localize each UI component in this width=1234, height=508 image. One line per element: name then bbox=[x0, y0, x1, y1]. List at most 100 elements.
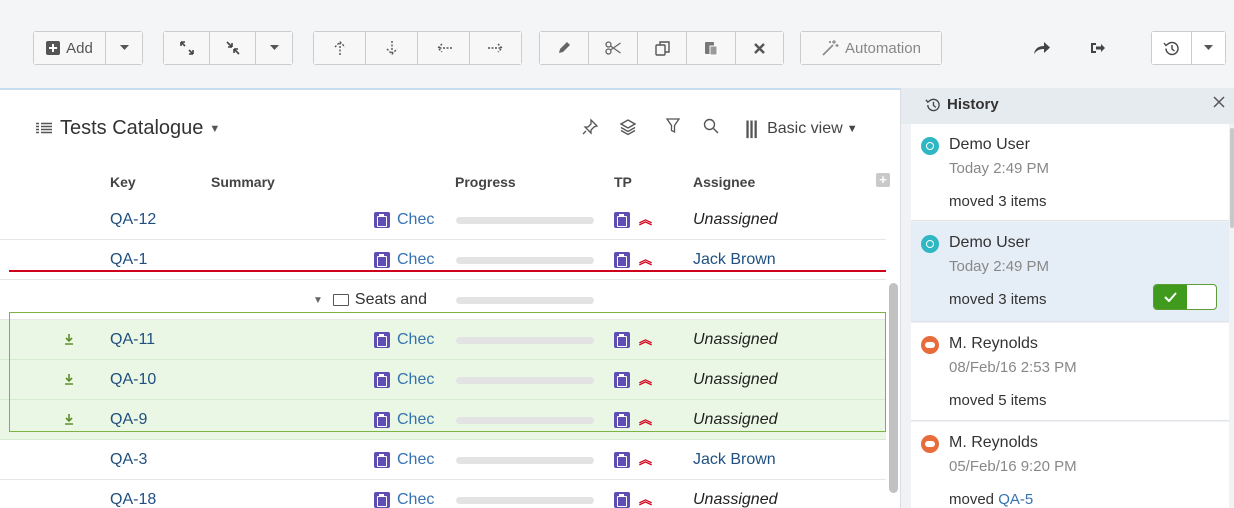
test-plan-icon bbox=[614, 372, 630, 388]
assignee-cell[interactable]: Jack Brown bbox=[693, 451, 776, 469]
issue-key-link[interactable]: QA-1 bbox=[110, 251, 147, 269]
layers-button[interactable] bbox=[619, 118, 637, 136]
outdent-button[interactable] bbox=[418, 32, 470, 64]
tp-cell: ︽ bbox=[614, 452, 652, 468]
table-row[interactable]: QA-11 Chec ︽ Unassigned bbox=[0, 320, 886, 360]
test-plan-icon bbox=[614, 452, 630, 468]
summary-cell[interactable]: Chec bbox=[374, 331, 454, 349]
test-plan-icon bbox=[614, 332, 630, 348]
history-toggle-button[interactable] bbox=[1152, 32, 1192, 64]
column-header-tp[interactable]: TP bbox=[614, 174, 632, 190]
test-plan-icon bbox=[614, 492, 630, 508]
summary-text: Chec bbox=[397, 451, 435, 468]
folder-row[interactable]: ▼ Seats and bbox=[0, 280, 886, 320]
test-plan-icon bbox=[614, 252, 630, 268]
catalogue-scrollbar-thumb[interactable] bbox=[889, 283, 898, 493]
close-icon[interactable] bbox=[1211, 94, 1227, 110]
catalogue-title[interactable]: Tests Catalogue ▼ bbox=[36, 117, 220, 140]
edit-button[interactable] bbox=[540, 32, 589, 64]
avatar bbox=[921, 336, 939, 354]
summary-cell[interactable]: Chec bbox=[374, 491, 454, 508]
filter-button[interactable] bbox=[666, 118, 680, 134]
expand-all-button[interactable] bbox=[164, 32, 210, 64]
summary-cell[interactable]: Chec bbox=[374, 211, 454, 229]
text-fade bbox=[432, 491, 454, 508]
history-item[interactable]: Demo User Today 2:49 PM moved 3 items bbox=[911, 222, 1229, 322]
paste-button[interactable] bbox=[687, 32, 736, 64]
column-header-key[interactable]: Key bbox=[110, 174, 136, 190]
indent-icon bbox=[487, 43, 503, 53]
table-row[interactable]: QA-18 Chec ︽ Unassigned bbox=[0, 480, 886, 508]
avatar bbox=[921, 435, 939, 453]
issue-key-link[interactable]: QA-5 bbox=[998, 491, 1033, 508]
history-user: M. Reynolds bbox=[949, 335, 1038, 352]
issue-key-link[interactable]: QA-18 bbox=[110, 491, 156, 508]
summary-cell[interactable]: Chec bbox=[374, 371, 454, 389]
share-button[interactable] bbox=[1027, 31, 1057, 65]
table-row[interactable]: QA-3 Chec ︽ Jack Brown bbox=[0, 440, 886, 480]
history-dropdown-button[interactable] bbox=[1192, 32, 1225, 64]
view-selector[interactable]: ||| Basic view ▼ bbox=[745, 118, 858, 139]
assignee-cell[interactable]: Jack Brown bbox=[693, 251, 776, 269]
cut-button[interactable] bbox=[589, 32, 638, 64]
paste-icon bbox=[705, 42, 718, 56]
table-row[interactable]: QA-12 Chec ︽ Unassigned bbox=[0, 200, 886, 240]
edit-icon bbox=[559, 42, 570, 53]
history-icon bbox=[925, 98, 940, 111]
caret-down-icon: ▼ bbox=[846, 122, 858, 135]
summary-cell[interactable]: Chec bbox=[374, 411, 454, 429]
issue-key-link[interactable]: QA-11 bbox=[110, 331, 155, 349]
collapse-all-button[interactable] bbox=[210, 32, 256, 64]
restore-toggle[interactable] bbox=[1153, 284, 1217, 310]
move-up-button[interactable] bbox=[314, 32, 366, 64]
pin-button[interactable] bbox=[581, 118, 599, 136]
issue-key-link[interactable]: QA-9 bbox=[110, 411, 147, 429]
plus-square-icon bbox=[46, 41, 61, 55]
drop-indicator-line bbox=[9, 270, 886, 272]
column-header-progress[interactable]: Progress bbox=[455, 174, 516, 190]
copy-icon bbox=[654, 40, 670, 56]
copy-button[interactable] bbox=[638, 32, 687, 64]
add-dropdown-button[interactable] bbox=[106, 32, 142, 64]
folder-cell[interactable]: ▼ Seats and bbox=[313, 291, 457, 309]
add-column-button[interactable]: + bbox=[876, 173, 890, 187]
history-button-group bbox=[1151, 31, 1226, 65]
tp-cell: ︽ bbox=[614, 492, 652, 508]
layers-icon bbox=[619, 119, 637, 136]
summary-text: Chec bbox=[397, 331, 435, 348]
issue-key-link[interactable]: QA-12 bbox=[110, 211, 156, 229]
table-row[interactable]: QA-10 Chec ︽ Unassigned bbox=[0, 360, 886, 400]
history-item[interactable]: M. Reynolds 05/Feb/16 9:20 PM moved QA-5 bbox=[911, 422, 1229, 508]
progress-bar bbox=[456, 497, 594, 504]
column-header-summary[interactable]: Summary bbox=[211, 174, 275, 190]
caret-down-icon[interactable]: ▼ bbox=[313, 295, 323, 306]
move-down-button[interactable] bbox=[366, 32, 418, 64]
indent-button[interactable] bbox=[470, 32, 521, 64]
test-type-icon bbox=[374, 252, 390, 268]
share-icon bbox=[1034, 42, 1050, 54]
delete-button[interactable] bbox=[736, 32, 783, 64]
search-button[interactable] bbox=[703, 118, 719, 134]
delete-icon bbox=[754, 42, 765, 54]
column-header-assignee[interactable]: Assignee bbox=[693, 174, 755, 190]
automation-button-label: Automation bbox=[845, 39, 921, 57]
history-scrollbar[interactable] bbox=[1230, 128, 1234, 228]
sign-out-button[interactable] bbox=[1082, 31, 1112, 65]
table-row[interactable]: QA-1 Chec ︽ Jack Brown bbox=[0, 240, 886, 280]
issue-key-link[interactable]: QA-10 bbox=[110, 371, 156, 389]
summary-cell[interactable]: Chec bbox=[374, 451, 454, 469]
search-icon bbox=[703, 118, 719, 134]
summary-text: Chec bbox=[397, 251, 435, 268]
history-item[interactable]: M. Reynolds 08/Feb/16 2:53 PM moved 5 item… bbox=[911, 323, 1229, 421]
add-button[interactable]: Add bbox=[34, 32, 106, 64]
download-icon bbox=[65, 374, 73, 385]
automation-button[interactable]: Automation bbox=[801, 32, 941, 64]
history-item[interactable]: Demo User Today 2:49 PM moved 3 items bbox=[911, 124, 1229, 221]
test-type-icon bbox=[374, 332, 390, 348]
summary-cell[interactable]: Chec bbox=[374, 251, 454, 269]
table-row[interactable]: QA-9 Chec ︽ Unassigned bbox=[0, 400, 886, 440]
expand-dropdown-button[interactable] bbox=[256, 32, 292, 64]
tp-cell: ︽ bbox=[614, 212, 652, 228]
history-action: moved 3 items bbox=[949, 291, 1047, 308]
issue-key-link[interactable]: QA-3 bbox=[110, 451, 147, 469]
